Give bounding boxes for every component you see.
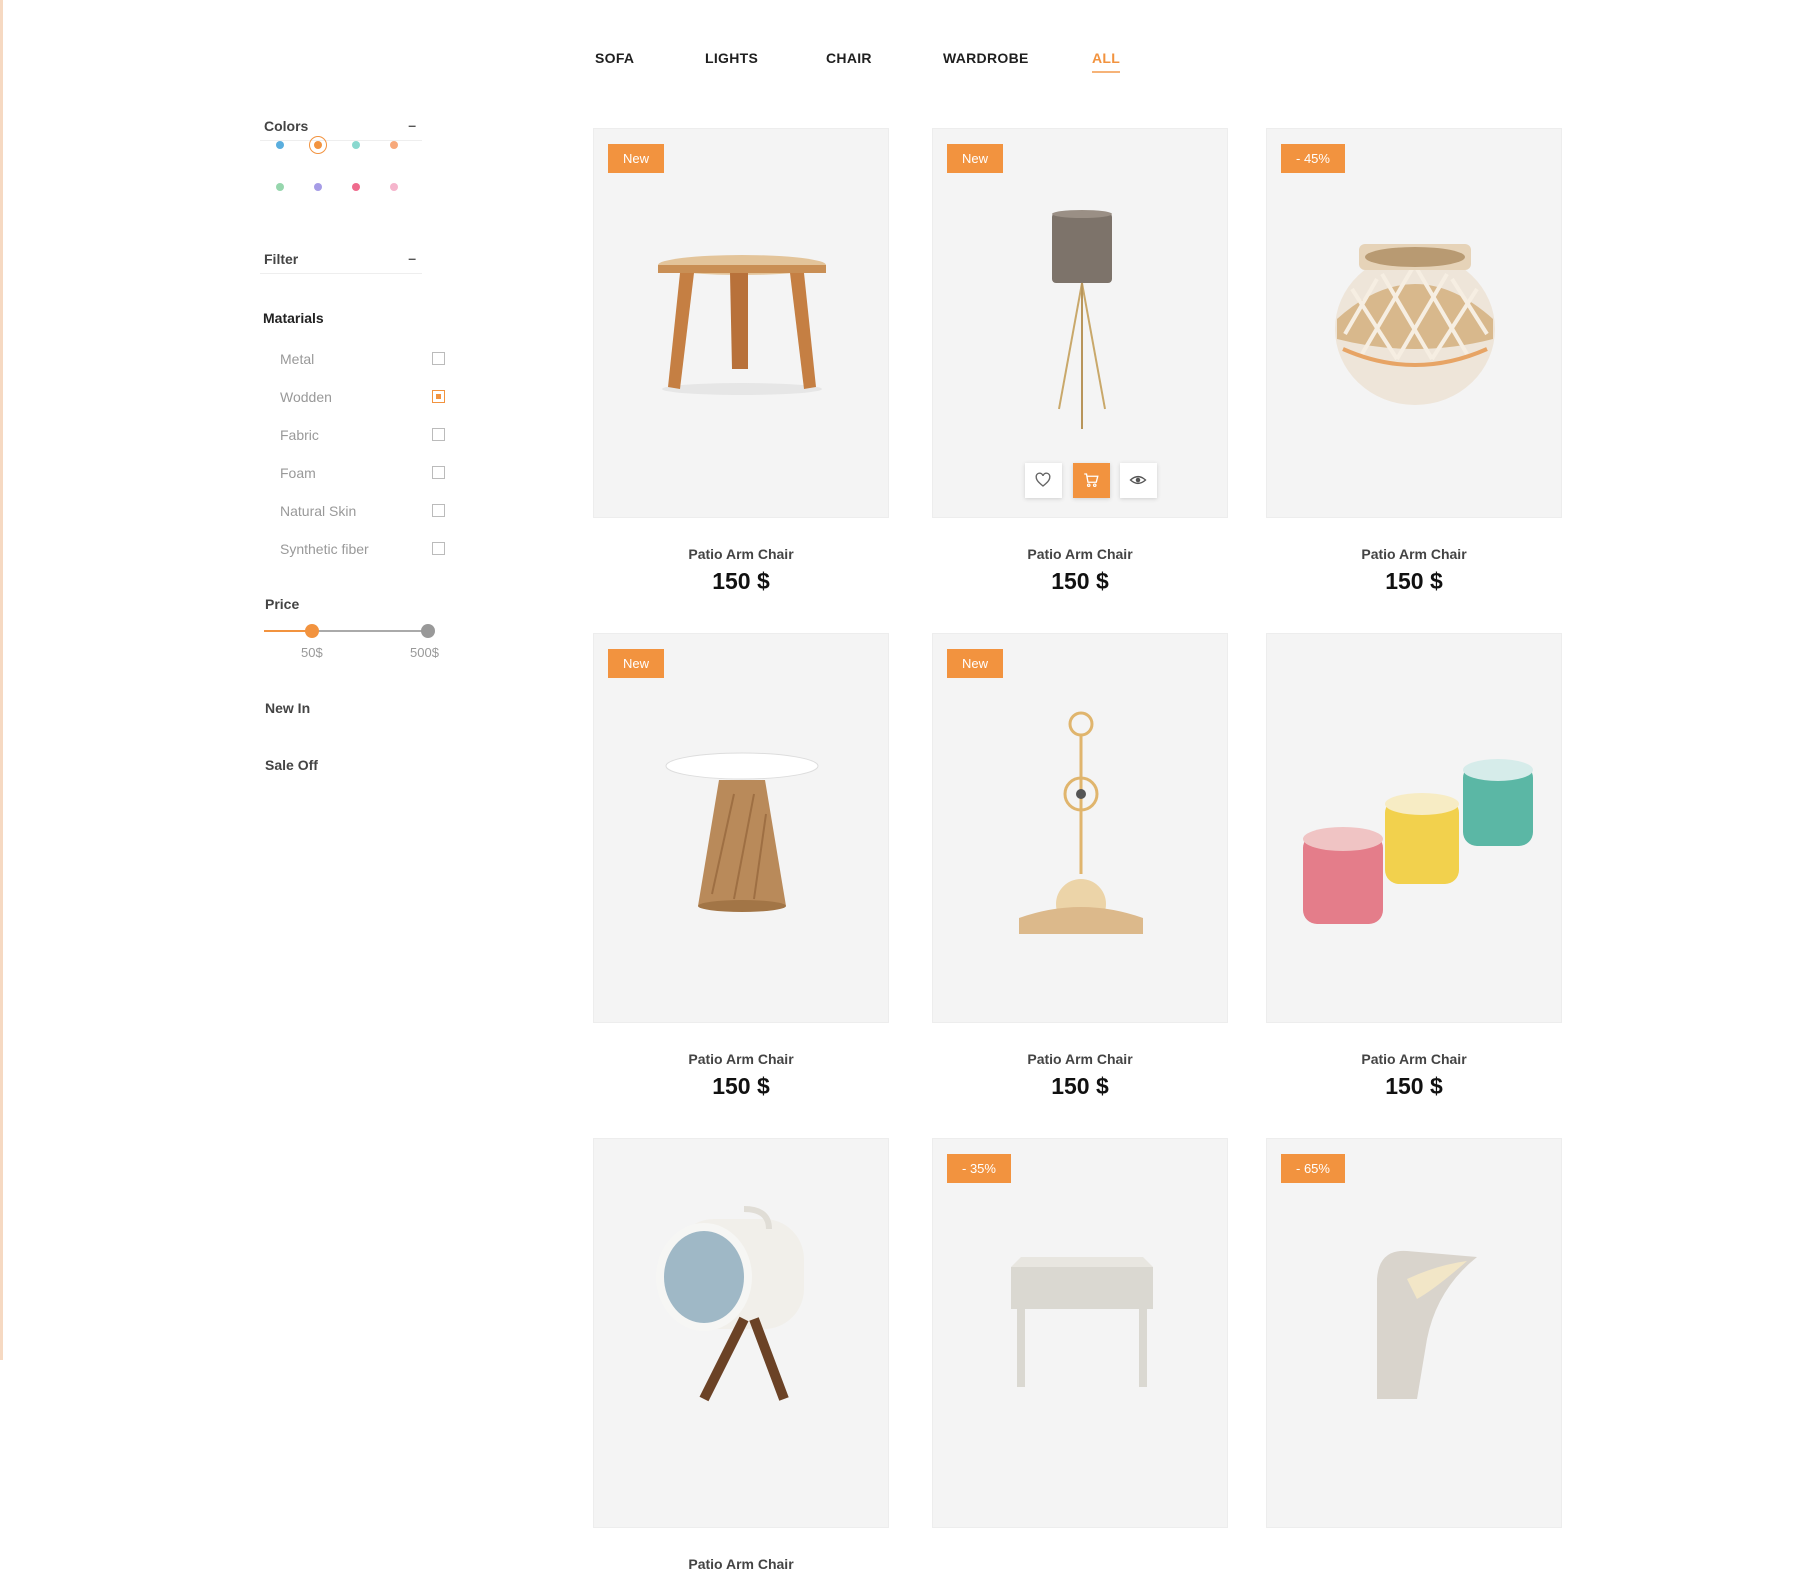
material-checkbox[interactable] [432,352,445,365]
product-image-floor-lamp[interactable]: New [932,128,1228,518]
product-badge: New [947,649,1004,678]
nav-tab-lights-label: LIGHTS [705,50,759,66]
product-image-wooden-stool[interactable]: New [593,128,889,518]
product-badge: - 45% [1281,144,1345,173]
nav-tab-sofa[interactable]: SOFA [595,50,634,66]
material-option[interactable]: Natural Skin [280,502,445,522]
price-min-handle[interactable] [304,624,319,638]
product-name[interactable]: Patio Arm Chair [593,1051,889,1067]
material-checkbox[interactable] [432,504,445,517]
price-max-label: 500$ [410,645,439,660]
material-option-label: Wodden [280,389,332,405]
product-image-spot-lamp[interactable] [593,1138,889,1528]
price-range-slider[interactable] [264,624,435,638]
colors-title: Colors [264,118,309,134]
nav-tab-chair[interactable]: CHAIR [826,50,872,66]
color-swatch[interactable] [390,141,398,149]
colors-section-header: Colors – [260,110,422,141]
nav-tab-sofa-label: SOFA [595,50,635,66]
material-option-label: Natural Skin [280,503,357,519]
nav-tab-chair-label: CHAIR [826,50,872,66]
new-in-link[interactable]: New In [265,700,310,716]
material-option[interactable]: Foam [280,464,445,484]
product-price: 150 $ [1385,1073,1443,1099]
product-name[interactable]: Patio Arm Chair [593,1556,889,1572]
product-image-table-clock-lamp[interactable]: New [932,633,1228,1023]
product-badge: New [608,649,665,678]
material-option[interactable]: Metal [280,350,445,370]
color-swatch[interactable] [352,183,360,191]
filter-collapse-toggle[interactable]: – [408,250,416,266]
color-swatch-selected[interactable] [309,136,327,154]
nav-tab-lights[interactable]: LIGHTS [705,50,758,66]
color-swatch[interactable] [276,141,284,149]
nav-tab-wardrobe-label: WARDROBE [943,50,1029,66]
product-name[interactable]: Patio Arm Chair [593,546,889,562]
product-price: 150 $ [1051,568,1109,594]
wishlist-button[interactable] [1025,463,1062,498]
product-image-wicker-lantern[interactable]: - 45% [1266,128,1562,518]
product-image-side-table[interactable]: New [593,633,889,1023]
material-option-label: Metal [280,351,315,367]
material-option-label: Fabric [280,427,319,443]
price-title: Price [265,596,300,612]
product-price: 150 $ [712,1073,770,1099]
filter-section-header: Filter – [260,243,422,274]
product-price: 150 $ [1051,1073,1109,1099]
color-swatch-dot [313,140,322,149]
colors-collapse-toggle[interactable]: – [408,117,416,133]
checkbox-check-mark [436,394,441,399]
color-swatch[interactable] [390,183,398,191]
materials-title: Matarials [263,310,324,326]
color-swatch[interactable] [276,183,284,191]
material-checkbox[interactable] [432,466,445,479]
material-option-label: Foam [280,465,316,481]
product-quick-actions [1025,463,1161,499]
price-min-label: 50$ [301,645,323,660]
material-checkbox-checked[interactable] [432,390,445,403]
material-option-label: Synthetic fiber [280,541,369,557]
material-option[interactable]: Wodden [280,388,445,408]
material-option[interactable]: Fabric [280,426,445,446]
product-badge: New [608,144,665,173]
left-edge-stripe [0,0,3,1360]
product-price: 150 $ [712,568,770,594]
color-swatch[interactable] [352,141,360,149]
product-name[interactable]: Patio Arm Chair [932,1051,1228,1067]
material-option[interactable]: Synthetic fiber [280,540,445,560]
product-badge: - 65% [1281,1154,1345,1183]
product-image-candles[interactable] [1266,633,1562,1023]
quick-view-button[interactable] [1120,463,1157,498]
product-image-desk-lamp[interactable]: - 65% [1266,1138,1562,1528]
product-price: 150 $ [1385,568,1443,594]
material-checkbox[interactable] [432,428,445,441]
product-name[interactable]: Patio Arm Chair [932,546,1228,562]
product-name[interactable]: Patio Arm Chair [1266,546,1562,562]
sale-off-link[interactable]: Sale Off [265,757,318,773]
material-checkbox[interactable] [432,542,445,555]
color-swatch[interactable] [314,183,322,191]
add-to-cart-button[interactable] [1073,463,1110,498]
filter-title: Filter [264,251,299,267]
product-name[interactable]: Patio Arm Chair [1266,1051,1562,1067]
product-image-nightstand[interactable]: - 35% [932,1138,1228,1528]
price-max-handle[interactable] [421,624,435,638]
product-badge: New [947,144,1004,173]
nav-tab-wardrobe[interactable]: WARDROBE [943,50,1029,66]
active-tab-underline [1092,71,1121,73]
product-badge: - 35% [947,1154,1011,1183]
nav-tab-all[interactable]: ALL [1092,50,1121,73]
nav-tab-all-label: ALL [1092,50,1121,66]
